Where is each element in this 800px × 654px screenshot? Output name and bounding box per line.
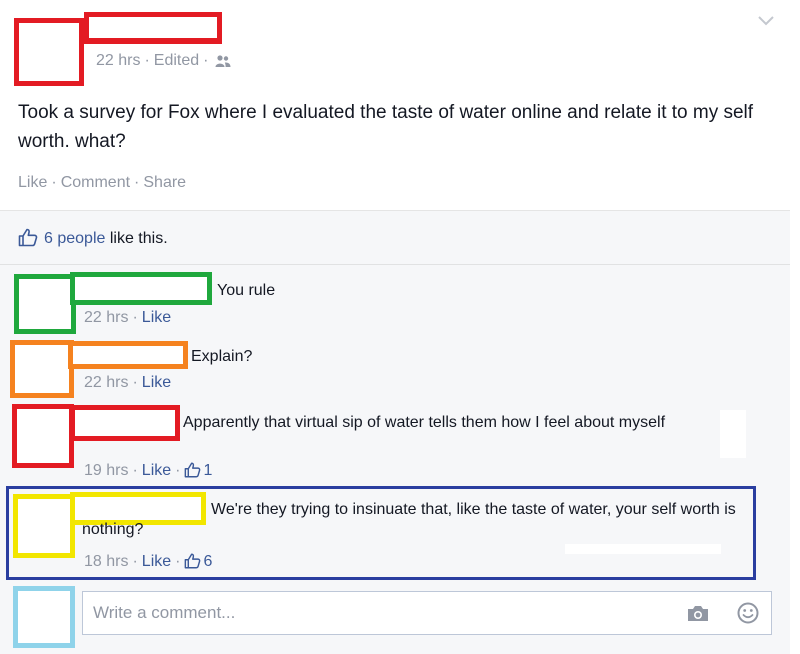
- likes-suffix: like this.: [109, 230, 168, 247]
- comment-like-link[interactable]: Like: [142, 553, 171, 570]
- comment-timestamp[interactable]: 22 hrs: [84, 374, 128, 391]
- post-actions: Like · Comment · Share: [18, 174, 187, 191]
- comment-timestamp[interactable]: 18 hrs: [84, 553, 128, 570]
- post-author-name-redaction: [84, 12, 222, 44]
- comment-meta: 18 hrs · Like · 6: [84, 553, 212, 574]
- post-timestamp[interactable]: 22 hrs: [96, 52, 140, 69]
- comment-author-redaction: [70, 272, 212, 305]
- post-meta: 22 hrs · Edited ·: [96, 52, 231, 73]
- chevron-down-icon[interactable]: [757, 14, 775, 32]
- comment-like-link[interactable]: Like: [142, 309, 171, 326]
- comment-avatar-redaction: [13, 494, 75, 558]
- text-redaction: [720, 410, 746, 458]
- comment-avatar-redaction: [12, 404, 74, 468]
- post-avatar-redaction: [14, 18, 84, 86]
- comment-author-redaction: [68, 341, 188, 369]
- comment-text: We're they trying to insinuate that, lik…: [82, 501, 736, 538]
- comment-input[interactable]: [82, 591, 772, 635]
- post-text: Took a survey for Fox where I evaluated …: [18, 102, 754, 152]
- comment-timestamp[interactable]: 22 hrs: [84, 309, 128, 326]
- emoji-icon[interactable]: [736, 601, 760, 630]
- comment-avatar-redaction: [14, 274, 76, 334]
- comment-meta: 19 hrs · Like · 1: [84, 462, 212, 483]
- likes-summary: 6 people like this.: [18, 228, 168, 252]
- comment-avatar-redaction: [10, 340, 74, 398]
- friends-audience-icon[interactable]: [215, 54, 231, 73]
- text-redaction: [565, 544, 721, 554]
- comment-text: Explain?: [191, 348, 253, 365]
- thumbs-up-icon: [184, 462, 201, 483]
- comment-meta: 22 hrs · Like: [84, 374, 172, 391]
- post-share-link[interactable]: Share: [143, 174, 186, 191]
- post-comment-link[interactable]: Comment: [61, 174, 130, 191]
- post-edited-label[interactable]: Edited: [154, 52, 199, 69]
- thumbs-up-icon: [18, 228, 38, 252]
- comment-text: You rule: [217, 282, 276, 299]
- comment-timestamp[interactable]: 19 hrs: [84, 462, 128, 479]
- comment-like-count[interactable]: 1: [203, 462, 212, 479]
- thumbs-up-icon: [184, 553, 201, 574]
- comment-like-link[interactable]: Like: [142, 374, 171, 391]
- likes-count-link[interactable]: 6 people: [44, 230, 105, 247]
- comment-like-link[interactable]: Like: [142, 462, 171, 479]
- composer-avatar-redaction: [13, 586, 75, 648]
- comment-meta: 22 hrs · Like: [84, 309, 172, 326]
- comment-text: Apparently that virtual sip of water tel…: [183, 414, 666, 431]
- camera-icon[interactable]: [686, 604, 710, 628]
- divider: [0, 264, 790, 265]
- comment-like-count[interactable]: 6: [203, 553, 212, 570]
- post-like-link[interactable]: Like: [18, 174, 47, 191]
